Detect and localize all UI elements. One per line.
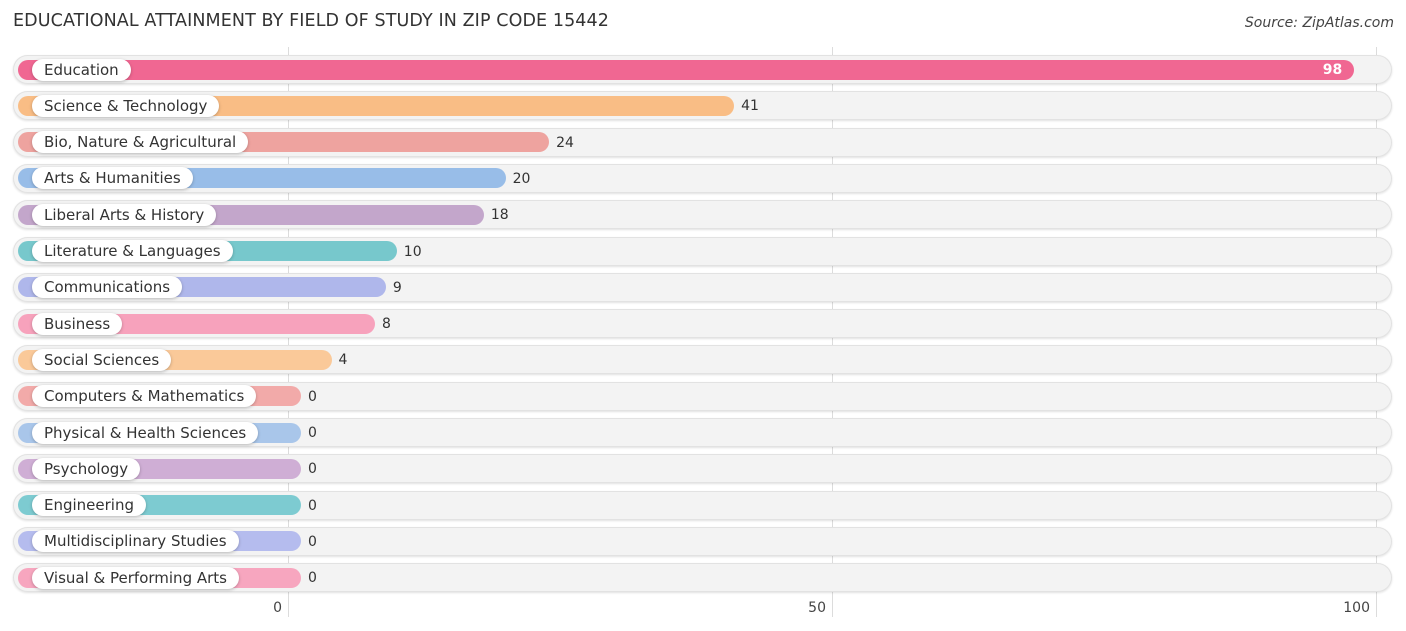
value-label: 0 xyxy=(308,388,317,405)
category-label: Physical & Health Sciences xyxy=(32,421,259,444)
value-label: 18 xyxy=(490,207,509,224)
value-label: 0 xyxy=(308,570,317,587)
category-label: Business xyxy=(32,312,123,335)
category-label: Computers & Mathematics xyxy=(32,385,257,408)
category-label: Visual & Performing Arts xyxy=(32,566,239,589)
value-label: 20 xyxy=(512,170,531,187)
category-label: Education xyxy=(32,58,131,81)
category-label: Arts & Humanities xyxy=(32,167,193,190)
value-label: 10 xyxy=(403,243,422,260)
value-label: 24 xyxy=(556,134,574,151)
value-label: 0 xyxy=(308,461,317,478)
category-label: Literature & Languages xyxy=(32,240,233,262)
bar xyxy=(18,59,1355,80)
value-label: 0 xyxy=(308,533,317,550)
value-label: 9 xyxy=(392,279,402,296)
bar-chart: 0 50 100 Education 98 Science & Technology 41 B… xyxy=(0,0,1406,631)
x-tick-label: 100 xyxy=(1343,600,1370,616)
category-label: Engineering xyxy=(32,494,146,517)
value-label: 98 xyxy=(1322,62,1343,78)
value-label: 4 xyxy=(338,352,348,369)
category-label: Liberal Arts & History xyxy=(32,203,217,226)
category-label: Science & Technology xyxy=(32,94,220,117)
value-label: 41 xyxy=(741,98,759,115)
x-tick-label: 50 xyxy=(808,600,826,616)
category-label: Communications xyxy=(32,276,183,299)
value-label: 0 xyxy=(308,425,317,441)
value-label: 8 xyxy=(382,316,391,333)
category-label: Multidisciplinary Studies xyxy=(32,530,239,553)
value-label: 0 xyxy=(308,497,317,514)
x-tick-label: 0 xyxy=(273,600,282,616)
category-label: Social Sciences xyxy=(32,348,172,371)
category-label: Bio, Nature & Agricultural xyxy=(32,131,249,154)
category-label: Psychology xyxy=(32,457,141,480)
